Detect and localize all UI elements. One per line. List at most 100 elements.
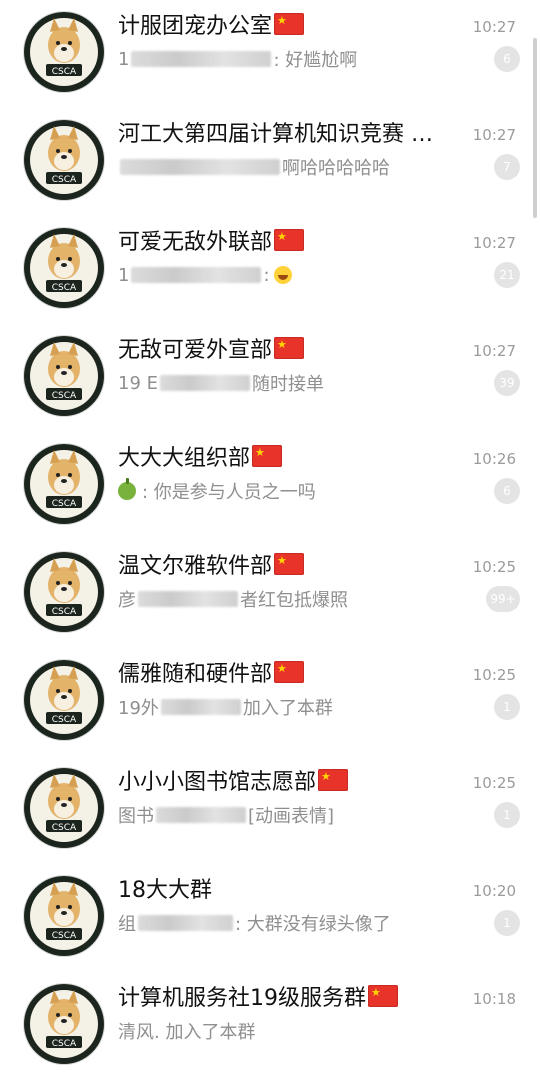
chat-preview: 图书 [动画表情] [118, 802, 334, 828]
preview-message: [动画表情] [248, 806, 335, 827]
unread-badge: 1 [494, 910, 520, 936]
chat-preview: 1: [118, 262, 292, 288]
avatar-logo-text: CSCA [52, 175, 77, 185]
preview-message: 啊哈哈哈哈哈 [282, 158, 390, 179]
chat-row[interactable]: CSCA 大大大组织部 ★ 10:26 : 你是参与人员之一吗 6 [0, 432, 540, 540]
avatar-logo-text: CSCA [52, 607, 77, 617]
redacted-text [131, 51, 272, 67]
chat-time: 10:20 [472, 882, 516, 900]
unread-badge: 1 [494, 694, 520, 720]
avatar[interactable]: CSCA [24, 444, 104, 524]
avatar[interactable]: CSCA [24, 336, 104, 416]
chat-row[interactable]: CSCA 可爱无敌外联部 ★ 10:27 1: 21 [0, 216, 540, 324]
chat-title-text: 18大大群 [118, 878, 212, 903]
chat-row[interactable]: CSCA 无敌可爱外宣部 ★ 10:27 19 E 随时接单 39 [0, 324, 540, 432]
chat-row[interactable]: CSCA 河工大第四届计算机知识竞赛 … 10:27 啊哈哈哈哈哈 7 [0, 108, 540, 216]
avatar[interactable]: CSCA [24, 984, 104, 1064]
redacted-text [160, 375, 250, 391]
avatar-logo-text: CSCA [52, 823, 77, 833]
preview-message: : 你是参与人员之一吗 [142, 482, 316, 503]
chat-time: 10:25 [472, 666, 516, 684]
chat-title-text: 温文尔雅软件部 [118, 554, 273, 579]
avatar-logo-text: CSCA [52, 931, 77, 941]
chat-time: 10:27 [472, 126, 516, 144]
avatar[interactable]: CSCA [24, 228, 104, 308]
chat-title: 温文尔雅软件部 ★ [118, 549, 305, 579]
avatar-logo-text: CSCA [52, 715, 77, 725]
unread-badge: 7 [494, 154, 520, 180]
laughing-emoji-icon [273, 266, 292, 284]
china-flag-icon: ★ [368, 985, 398, 1007]
preview-sender: 图书 [118, 806, 154, 827]
redacted-text [138, 915, 233, 931]
chat-preview: 啊哈哈哈哈哈 [118, 154, 390, 180]
redacted-text [156, 807, 246, 823]
chat-time: 10:26 [472, 450, 516, 468]
chat-title-text: 计算机服务社19级服务群 [118, 986, 366, 1011]
chat-time: 10:25 [472, 558, 516, 576]
redacted-text [138, 591, 238, 607]
chat-preview: 19 E 随时接单 [118, 370, 324, 396]
scrollbar[interactable] [533, 38, 537, 218]
chat-title-text: 河工大第四届计算机知识竞赛 … [118, 122, 433, 147]
chat-preview: 彦 者红包抵爆照 [118, 586, 348, 612]
chat-row[interactable]: CSCA 计算机服务社19级服务群 ★ 10:18 清风. 加入了本群 [0, 972, 540, 1080]
preview-sender: 1 [118, 264, 130, 286]
unread-badge: 21 [494, 262, 520, 288]
preview-sender: 1 [118, 48, 130, 70]
preview-message: 清风. 加入了本群 [118, 1022, 256, 1043]
avatar[interactable]: CSCA [24, 876, 104, 956]
chat-row[interactable]: CSCA 儒雅随和硬件部 ★ 10:25 19外 加入了本群 1 [0, 648, 540, 756]
chat-preview: 组 : 大群没有绿头像了 [118, 910, 391, 936]
chat-time: 10:18 [472, 990, 516, 1008]
chat-title: 18大大群 [118, 873, 212, 903]
preview-sender: 19外 [118, 698, 159, 719]
chat-row[interactable]: CSCA 18大大群 10:20 组 : 大群没有绿头像了 1 [0, 864, 540, 972]
china-flag-icon: ★ [274, 337, 305, 359]
unread-badge: 99+ [486, 586, 520, 612]
chat-row[interactable]: CSCA 小小小图书馆志愿部 ★ 10:25 图书 [动画表情] 1 [0, 756, 540, 864]
chat-title-text: 无敌可爱外宣部 [118, 338, 273, 363]
unread-badge: 39 [494, 370, 520, 396]
chat-title: 可爱无敌外联部 ★ [118, 225, 305, 255]
preview-sender: 19 E [118, 372, 158, 394]
chat-time: 10:25 [472, 774, 516, 792]
china-flag-icon: ★ [318, 769, 349, 791]
chat-title-text: 大大大组织部 [118, 446, 251, 471]
avatar[interactable]: CSCA [24, 660, 104, 740]
redacted-text [120, 159, 280, 175]
china-flag-icon: ★ [274, 661, 305, 683]
chat-time: 10:27 [472, 342, 516, 360]
preview-message: : 大群没有绿头像了 [235, 914, 391, 935]
avatar-logo-text: CSCA [52, 283, 77, 293]
unread-badge: 6 [494, 478, 520, 504]
chat-title-text: 儒雅随和硬件部 [118, 662, 273, 687]
chat-title: 计服团宠办公室 ★ [118, 9, 305, 39]
chat-time: 10:27 [472, 18, 516, 36]
chat-title: 计算机服务社19级服务群 ★ [118, 981, 398, 1011]
preview-sender: 彦 [118, 590, 136, 611]
avatar[interactable]: CSCA [24, 12, 104, 92]
chat-row[interactable]: CSCA 温文尔雅软件部 ★ 10:25 彦 者红包抵爆照 99+ [0, 540, 540, 648]
chat-row[interactable]: CSCA 计服团宠办公室 ★ 10:27 1: 好尴尬啊 6 [0, 0, 540, 108]
avatar-logo-text: CSCA [52, 499, 77, 509]
avatar[interactable]: CSCA [24, 768, 104, 848]
preview-message: 随时接单 [252, 374, 324, 395]
chat-title: 河工大第四届计算机知识竞赛 … [118, 117, 433, 147]
chat-preview: : 你是参与人员之一吗 [118, 478, 316, 504]
chat-time: 10:27 [472, 234, 516, 252]
redacted-text [131, 267, 262, 283]
avatar[interactable]: CSCA [24, 552, 104, 632]
chat-title: 大大大组织部 ★ [118, 441, 283, 471]
chat-title: 小小小图书馆志愿部 ★ [118, 765, 349, 795]
avatar[interactable]: CSCA [24, 120, 104, 200]
chat-preview: 1 : 好尴尬啊 [118, 46, 357, 72]
chat-preview: 清风. 加入了本群 [118, 1018, 255, 1044]
chat-title: 儒雅随和硬件部 ★ [118, 657, 305, 687]
unread-badge: 1 [494, 802, 520, 828]
redacted-text [160, 699, 241, 715]
avatar-logo-text: CSCA [52, 391, 77, 401]
preview-message: : 好尴尬啊 [273, 50, 358, 71]
chat-title-text: 计服团宠办公室 [118, 14, 273, 39]
preview-sender: 组 [118, 914, 136, 935]
